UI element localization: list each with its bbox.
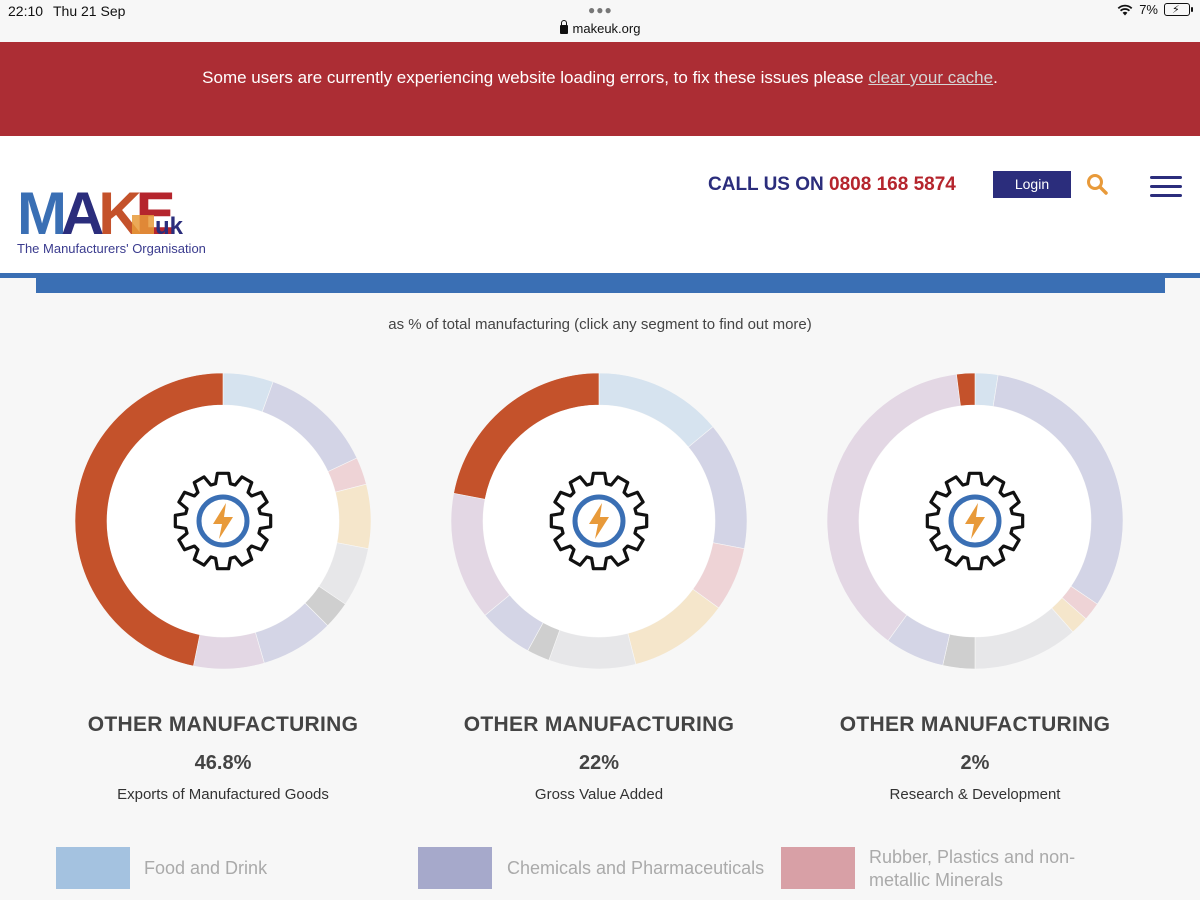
panel-title: OTHER MANUFACTURING — [87, 713, 359, 736]
panel-value: 22% — [578, 752, 620, 774]
panel-value: 46.8% — [194, 752, 252, 774]
panel-title: OTHER MANUFACTURING — [839, 713, 1111, 736]
logo-suffix: uk — [155, 213, 184, 240]
status-time: 22:10 — [8, 3, 44, 19]
donut-segment-3[interactable] — [334, 483, 371, 550]
logo-tagline: The Manufacturers' Organisation — [17, 241, 206, 256]
logo-letter: A — [61, 187, 103, 247]
panel-title: OTHER MANUFACTURING — [463, 713, 735, 736]
site-header: MAKE uk The Manufacturers' Organisation … — [0, 136, 1200, 273]
gear-bolt-icon — [549, 471, 649, 571]
login-button[interactable]: Login — [993, 171, 1071, 198]
chart-subtitle: as % of total manufacturing (click any s… — [388, 316, 812, 333]
panel-label: Gross Value Added — [534, 786, 664, 803]
panel-label: Exports of Manufactured Goods — [117, 786, 329, 803]
banner-end: . — [993, 68, 998, 87]
banner-text: Some users are currently experiencing we… — [202, 68, 869, 87]
battery-percent: 7% — [1139, 2, 1158, 17]
address-bar[interactable]: makeuk.org — [0, 20, 1200, 36]
logo-accent-shape — [132, 215, 154, 234]
search-icon[interactable] — [1086, 173, 1108, 195]
legend-label-food[interactable]: Food and Drink — [144, 857, 267, 880]
gear-bolt-icon — [925, 471, 1025, 571]
wifi-icon — [1117, 4, 1133, 15]
legend-swatch-food[interactable] — [56, 847, 130, 889]
legend-label-chemicals[interactable]: Chemicals and Pharmaceuticals — [507, 857, 764, 880]
call-us: CALL US ON 0808 168 5874 — [708, 174, 956, 196]
status-indicators: 7% ⚡ — [1117, 2, 1193, 17]
donut-segment-7[interactable] — [193, 632, 265, 669]
gear-bolt-icon — [173, 471, 273, 571]
url-text: makeuk.org — [572, 21, 641, 36]
logo-letter: M — [17, 187, 63, 247]
legend-swatch-rubber[interactable] — [781, 847, 855, 889]
status-date: Thu 21 Sep — [53, 3, 126, 19]
call-label: CALL US ON — [708, 174, 824, 195]
battery-icon: ⚡ — [1164, 3, 1193, 16]
clear-cache-link[interactable]: clear your cache — [868, 68, 993, 87]
menu-icon[interactable] — [1150, 176, 1182, 198]
section-bar — [36, 278, 1165, 293]
status-bar: 22:10 Thu 21 Sep ●●● makeuk.org 7% ⚡ — [0, 0, 1200, 42]
lock-icon — [559, 20, 568, 34]
panel-label: Research & Development — [889, 786, 1061, 803]
panel-value: 2% — [960, 752, 990, 774]
legend-label-rubber[interactable]: Rubber, Plastics and non-metallic Minera… — [869, 846, 1109, 892]
more-dots-icon[interactable]: ●●● — [588, 3, 613, 17]
phone-number[interactable]: 0808 168 5874 — [829, 174, 956, 195]
warning-banner: Some users are currently experiencing we… — [0, 42, 1200, 136]
legend-swatch-chemicals[interactable] — [418, 847, 492, 889]
